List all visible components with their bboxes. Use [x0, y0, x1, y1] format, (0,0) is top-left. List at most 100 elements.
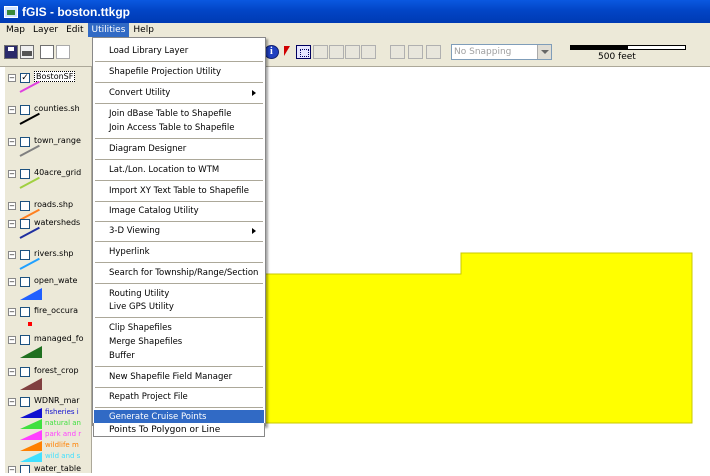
app-icon	[4, 5, 18, 18]
layer-checkbox[interactable]	[20, 219, 30, 229]
collapse-icon[interactable]: −	[8, 336, 16, 344]
layer-checkbox[interactable]: ✓	[20, 73, 30, 83]
collapse-icon[interactable]: −	[8, 251, 16, 259]
menu-separator	[95, 262, 263, 263]
layer-row[interactable]: − fire_occura	[5, 305, 91, 319]
save-icon[interactable]	[4, 45, 18, 59]
select-box-icon[interactable]	[296, 45, 311, 59]
draw-polygon-icon[interactable]	[345, 45, 360, 59]
layer-row[interactable]: − roads.shp	[5, 199, 91, 213]
layer-checkbox[interactable]	[20, 201, 30, 211]
layer-name: town_range	[34, 136, 81, 145]
identify-icon[interactable]	[264, 45, 279, 59]
collapse-icon[interactable]: −	[8, 466, 16, 473]
layer-row[interactable]: − WDNR_mar	[5, 395, 91, 409]
menu-item-image-catalog[interactable]: Image Catalog Utility	[94, 204, 264, 218]
menu-item-shapefile-projection[interactable]: Shapefile Projection Utility	[94, 65, 264, 79]
layer-checkbox[interactable]	[20, 105, 30, 115]
menu-layer[interactable]: Layer	[29, 23, 62, 37]
collapse-icon[interactable]: −	[8, 138, 16, 146]
collapse-icon[interactable]: −	[8, 308, 16, 316]
submenu-arrow-icon	[252, 228, 256, 234]
menu-map[interactable]: Map	[2, 23, 29, 37]
layer-list-icon[interactable]	[56, 45, 70, 59]
layer-checkbox[interactable]	[20, 335, 30, 345]
undo-icon[interactable]	[408, 45, 423, 59]
scale-label: 500 feet	[598, 52, 636, 62]
menu-item-load-library-layer[interactable]: Load Library Layer	[94, 44, 264, 58]
layer-row[interactable]: − watersheds	[5, 217, 91, 231]
menu-item-label: Diagram Designer	[109, 144, 187, 154]
layer-row[interactable]: − 40acre_grid	[5, 167, 91, 181]
pencil-icon[interactable]	[361, 45, 376, 59]
collapse-icon[interactable]: −	[8, 74, 16, 82]
menu-item-buffer[interactable]: Buffer	[94, 349, 264, 363]
menu-item-label: Points To Polygon or Line	[109, 425, 221, 435]
menu-item-field-manager[interactable]: New Shapefile Field Manager	[94, 370, 264, 384]
layer-row[interactable]: − town_range	[5, 135, 91, 149]
menu-item-routing-utility[interactable]: Routing Utility	[94, 287, 264, 301]
snapping-select[interactable]: No Snapping	[451, 44, 552, 60]
collapse-icon[interactable]: −	[8, 220, 16, 228]
boston-parcel-polygon[interactable]	[264, 252, 693, 424]
menu-separator	[95, 138, 263, 139]
collapse-icon[interactable]: −	[8, 106, 16, 114]
menu-item-import-xy[interactable]: Import XY Text Table to Shapefile	[94, 184, 264, 198]
menu-help[interactable]: Help	[129, 23, 158, 37]
menu-item-clip-shapefiles[interactable]: Clip Shapefiles	[94, 321, 264, 335]
menu-item-convert-utility[interactable]: Convert Utility	[94, 86, 264, 100]
class-label: wild and s	[45, 452, 81, 460]
print-icon[interactable]	[20, 45, 34, 59]
menu-item-generate-cruise-points[interactable]: Generate Cruise Points	[94, 410, 264, 424]
menu-item-repath-project[interactable]: Repath Project File	[94, 390, 264, 404]
menu-item-label: Generate Cruise Points	[109, 412, 207, 422]
menu-item-label: Clip Shapefiles	[109, 323, 172, 333]
layer-name: 40acre_grid	[34, 168, 82, 177]
menu-edit[interactable]: Edit	[62, 23, 87, 37]
menu-item-search-township[interactable]: Search for Township/Range/Section	[94, 266, 264, 280]
layer-checkbox[interactable]	[20, 307, 30, 317]
legend-class: park and r	[20, 430, 90, 440]
menu-utilities[interactable]: Utilities	[87, 23, 130, 37]
layer-row[interactable]: − rivers.shp	[5, 248, 91, 262]
layer-row[interactable]: − ✓ BostonSF	[5, 71, 91, 85]
layer-row[interactable]: − counties.sh	[5, 103, 91, 117]
layer-row[interactable]: − managed_fo	[5, 333, 91, 347]
collapse-icon[interactable]: −	[8, 368, 16, 376]
layer-checkbox[interactable]	[20, 169, 30, 179]
menu-item-label: Image Catalog Utility	[109, 206, 199, 216]
collapse-icon[interactable]: −	[8, 278, 16, 286]
menu-item-hyperlink[interactable]: Hyperlink	[94, 245, 264, 259]
menu-item-latlon-to-wtm[interactable]: Lat./Lon. Location to WTM	[94, 163, 264, 177]
menu-item-3d-viewing[interactable]: 3-D Viewing	[94, 224, 264, 238]
layer-properties-icon[interactable]	[40, 45, 54, 59]
layer-checkbox[interactable]	[20, 137, 30, 147]
menu-item-merge-shapefiles[interactable]: Merge Shapefiles	[94, 335, 264, 349]
chevron-down-icon[interactable]	[537, 45, 551, 59]
menu-item-points-to-polygon[interactable]: Points To Polygon or Line	[93, 423, 265, 437]
layer-row[interactable]: − water_table	[5, 463, 91, 473]
menu-item-diagram-designer[interactable]: Diagram Designer	[94, 142, 264, 156]
menu-item-label: Hyperlink	[109, 247, 150, 257]
layer-checkbox[interactable]	[20, 250, 30, 260]
menu-item-label: Lat./Lon. Location to WTM	[109, 165, 220, 175]
collapse-icon[interactable]: −	[8, 170, 16, 178]
layer-row[interactable]: − forest_crop	[5, 365, 91, 379]
edit-vertex-icon[interactable]	[390, 45, 405, 59]
menu-separator	[95, 283, 263, 284]
draw-line-icon[interactable]	[329, 45, 344, 59]
layer-checkbox[interactable]	[20, 277, 30, 287]
menu-item-join-dbase[interactable]: Join dBase Table to Shapefile	[94, 107, 264, 121]
collapse-icon[interactable]: −	[8, 398, 16, 406]
layer-checkbox[interactable]	[20, 397, 30, 407]
redo-icon[interactable]	[426, 45, 441, 59]
collapse-icon[interactable]: −	[8, 202, 16, 210]
pointer-icon[interactable]	[281, 45, 296, 59]
select-rectangle-icon[interactable]	[313, 45, 328, 59]
menu-item-join-access[interactable]: Join Access Table to Shapefile	[94, 121, 264, 135]
layer-checkbox[interactable]	[20, 367, 30, 377]
menu-item-live-gps[interactable]: Live GPS Utility	[94, 300, 264, 314]
layer-name: water_table	[34, 464, 82, 473]
layer-row[interactable]: − open_wate	[5, 275, 91, 289]
layer-checkbox[interactable]	[20, 465, 30, 473]
